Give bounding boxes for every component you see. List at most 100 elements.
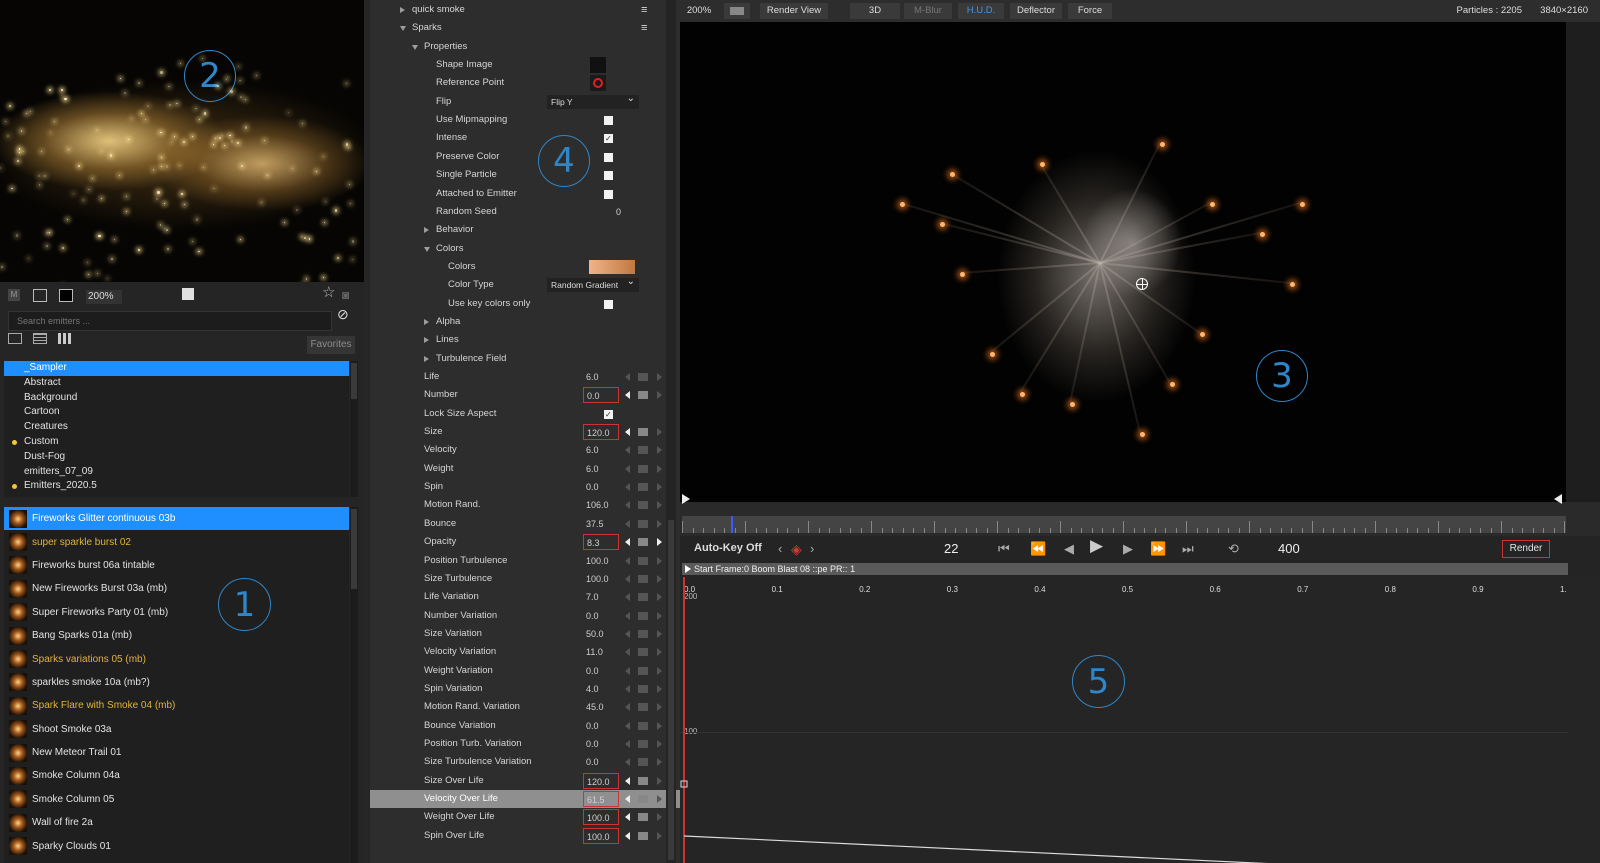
property-row[interactable]: Sparks ≡ bbox=[370, 19, 680, 37]
property-value-field[interactable]: 8.3 bbox=[583, 534, 619, 551]
property-row[interactable]: Lines bbox=[370, 331, 680, 349]
preset-item[interactable]: Bang Sparks 01a (mb) bbox=[4, 624, 349, 647]
background-color-icon[interactable] bbox=[59, 289, 73, 302]
step-forward-icon[interactable]: ▶ bbox=[1123, 541, 1133, 557]
property-value-field[interactable]: 4.0 bbox=[583, 681, 619, 697]
property-row[interactable]: Preserve Color bbox=[370, 148, 680, 166]
prev-keyframe-icon[interactable] bbox=[625, 666, 630, 675]
category-item[interactable]: Cartoon bbox=[4, 405, 349, 420]
collapsed-arrow-icon[interactable] bbox=[400, 7, 405, 13]
favorites-button[interactable]: Favorites bbox=[307, 336, 355, 354]
properties-scrollbar[interactable] bbox=[666, 0, 676, 863]
keyframe-toggle-icon[interactable] bbox=[638, 813, 648, 822]
property-row[interactable]: Spin Variation 4.0 bbox=[370, 680, 680, 698]
keyframe-toggle-icon[interactable] bbox=[638, 703, 648, 712]
property-checkbox[interactable] bbox=[604, 189, 613, 199]
next-keyframe-icon[interactable] bbox=[657, 556, 662, 565]
next-keyframe-icon[interactable] bbox=[657, 666, 662, 675]
prev-keyframe-icon[interactable] bbox=[625, 574, 630, 583]
filmstrip-icon[interactable] bbox=[33, 289, 47, 302]
collapsed-arrow-icon[interactable] bbox=[424, 318, 429, 325]
next-keyframe-icon[interactable] bbox=[657, 740, 662, 748]
property-value-field[interactable]: 0.0 bbox=[583, 718, 619, 734]
next-keyframe-icon[interactable] bbox=[657, 703, 662, 712]
property-row[interactable]: Life 6.0 bbox=[370, 368, 680, 386]
preset-item[interactable]: Sparky Clouds 01 bbox=[4, 834, 349, 857]
keyframe-toggle-icon[interactable] bbox=[638, 538, 648, 547]
preset-item[interactable]: New Meteor Trail 01 bbox=[4, 741, 349, 764]
property-value-field[interactable]: 6.0 bbox=[583, 369, 619, 385]
timeline-end-marker-icon[interactable] bbox=[1554, 494, 1562, 504]
property-row[interactable]: Bounce 37.5 bbox=[370, 515, 680, 533]
preset-item[interactable]: Super Fireworks Party 01 (mb) bbox=[4, 601, 349, 624]
keyframe-toggle-icon[interactable] bbox=[638, 483, 648, 492]
property-row[interactable]: Turbulence Field bbox=[370, 350, 680, 368]
property-row[interactable]: Velocity Over Life 61.5 bbox=[370, 790, 680, 809]
prev-keyframe-icon[interactable] bbox=[625, 684, 630, 693]
next-keyframe-icon[interactable] bbox=[657, 831, 662, 840]
swatch-icon[interactable] bbox=[182, 288, 194, 300]
preset-scrollbar[interactable] bbox=[350, 507, 358, 863]
keyframe-toggle-icon[interactable] bbox=[638, 758, 648, 767]
prev-keyframe-icon[interactable] bbox=[625, 373, 630, 381]
property-row[interactable]: Single Particle bbox=[370, 166, 680, 184]
keyframe-toggle-icon[interactable] bbox=[638, 428, 648, 437]
keyframe-toggle-icon[interactable] bbox=[638, 721, 648, 730]
next-keyframe-icon[interactable] bbox=[657, 648, 662, 657]
next-keyframe-icon[interactable] bbox=[657, 391, 662, 400]
property-row[interactable]: Position Turb. Variation 0.0 bbox=[370, 735, 680, 753]
reference-point-icon[interactable] bbox=[590, 75, 606, 92]
next-keyframe-icon[interactable] bbox=[657, 684, 662, 693]
next-keyframe-icon[interactable] bbox=[657, 611, 662, 620]
keyframe-toggle-icon[interactable] bbox=[638, 556, 648, 565]
prev-keyframe-icon[interactable] bbox=[625, 831, 630, 840]
next-keyframe-icon[interactable] bbox=[657, 464, 662, 473]
prev-keyframe-icon[interactable] bbox=[625, 703, 630, 712]
property-value-field[interactable]: 61.5 bbox=[583, 791, 619, 808]
prev-keyframe-icon[interactable] bbox=[625, 776, 630, 785]
category-item[interactable]: _Sampler bbox=[4, 361, 349, 376]
timeline-playhead[interactable] bbox=[730, 516, 733, 533]
prev-keyframe-icon[interactable] bbox=[625, 483, 630, 492]
property-value-field[interactable]: 0.0 bbox=[583, 754, 619, 770]
next-keyframe-icon[interactable] bbox=[657, 758, 662, 767]
autokey-toggle[interactable]: Auto-Key Off bbox=[694, 542, 762, 554]
property-dropdown[interactable]: Flip Y bbox=[547, 92, 639, 109]
viewer-zoom-dropdown[interactable]: 200% bbox=[682, 3, 716, 19]
property-value-field[interactable]: 45.0 bbox=[583, 699, 619, 715]
render-view-button[interactable]: Render View bbox=[760, 3, 828, 19]
property-row[interactable]: Behavior bbox=[370, 221, 680, 239]
expanded-arrow-icon[interactable] bbox=[412, 44, 418, 53]
property-value-field[interactable]: 100.0 bbox=[583, 553, 619, 569]
keyframe-toggle-icon[interactable] bbox=[638, 684, 648, 693]
force-button[interactable]: Force bbox=[1068, 3, 1112, 19]
property-dropdown[interactable]: Random Gradient bbox=[547, 275, 639, 293]
motion-blur-button[interactable]: M-Blur bbox=[904, 3, 952, 19]
emitter-crosshair-icon[interactable] bbox=[1136, 278, 1148, 290]
property-row[interactable]: Color Type Random Gradient bbox=[370, 275, 680, 294]
timeline-ruler[interactable] bbox=[682, 516, 1566, 533]
preset-item[interactable]: Smoke Column 05 bbox=[4, 788, 349, 811]
next-keyframe-icon[interactable] bbox=[657, 629, 662, 638]
property-row[interactable]: Flip Flip Y bbox=[370, 92, 680, 111]
next-keyframe-icon[interactable] bbox=[657, 483, 662, 492]
prev-keyframe-icon[interactable] bbox=[625, 593, 630, 602]
timeline-start-marker-icon[interactable] bbox=[682, 494, 690, 504]
category-item[interactable]: Emitters_2020.5 bbox=[4, 479, 349, 494]
property-row[interactable]: Intense bbox=[370, 129, 680, 149]
property-row[interactable]: Lock Size Aspect bbox=[370, 405, 680, 424]
property-row[interactable]: Weight Over Life 100.0 bbox=[370, 808, 680, 826]
property-value[interactable]: 0 bbox=[616, 203, 621, 221]
keyframe-toggle-icon[interactable] bbox=[638, 648, 648, 657]
hud-button[interactable]: H.U.D. bbox=[958, 3, 1004, 19]
keyframe-toggle-icon[interactable] bbox=[638, 464, 648, 473]
property-value-field[interactable]: 37.5 bbox=[583, 516, 619, 532]
keyframe-toggle-icon[interactable] bbox=[638, 666, 648, 675]
property-row[interactable]: Use Mipmapping bbox=[370, 111, 680, 129]
shape-image-swatch[interactable] bbox=[590, 57, 606, 74]
property-row[interactable]: Velocity 6.0 bbox=[370, 441, 680, 459]
property-row[interactable]: Spin Over Life 100.0 bbox=[370, 827, 680, 845]
property-checkbox[interactable] bbox=[604, 406, 613, 424]
next-keyframe-icon[interactable] bbox=[657, 501, 662, 510]
step-forward-many-icon[interactable]: ⏩ bbox=[1150, 541, 1166, 557]
